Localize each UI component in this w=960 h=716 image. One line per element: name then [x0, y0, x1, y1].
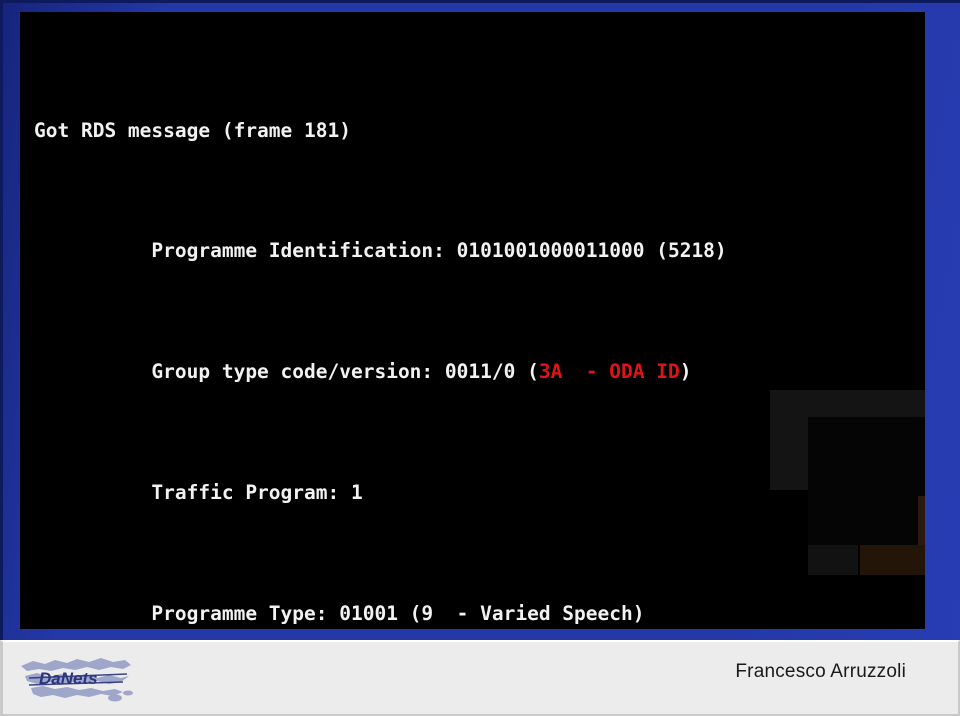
- console-line-header: Got RDS message (frame 181): [34, 118, 351, 142]
- console-line-programme-identification: Programme Identification: 01010010000110…: [34, 239, 727, 263]
- terminal-blue-frame: Got RDS message (frame 181) Programme Id…: [0, 0, 960, 640]
- group-type-label-segment: Group type code/version: 0011/0 (: [34, 360, 539, 384]
- group-type-close-paren-segment: ): [679, 360, 692, 384]
- console-line-programme-type: Programme Type: 01001 (9 - Varied Speech…: [34, 601, 645, 625]
- console-line-traffic-program: Traffic Program: 1: [34, 481, 363, 505]
- presenter-name: Francesco Arruzzoli: [735, 661, 906, 682]
- slide-footer: DaNets Francesco Arruzzoli: [0, 640, 960, 716]
- slide-root: Got RDS message (frame 181) Programme Id…: [0, 0, 960, 716]
- svg-text:DaNets: DaNets: [39, 669, 98, 688]
- world-map-logo: DaNets: [15, 650, 139, 706]
- terminal-console: Got RDS message (frame 181) Programme Id…: [20, 12, 925, 629]
- console-line-group-type: Group type code/version: 0011/0 (3A - OD…: [34, 357, 925, 387]
- group-type-oda-annotation-segment: 3A - ODA ID: [538, 360, 680, 384]
- terminal-output-text: Got RDS message (frame 181) Programme Id…: [20, 12, 925, 629]
